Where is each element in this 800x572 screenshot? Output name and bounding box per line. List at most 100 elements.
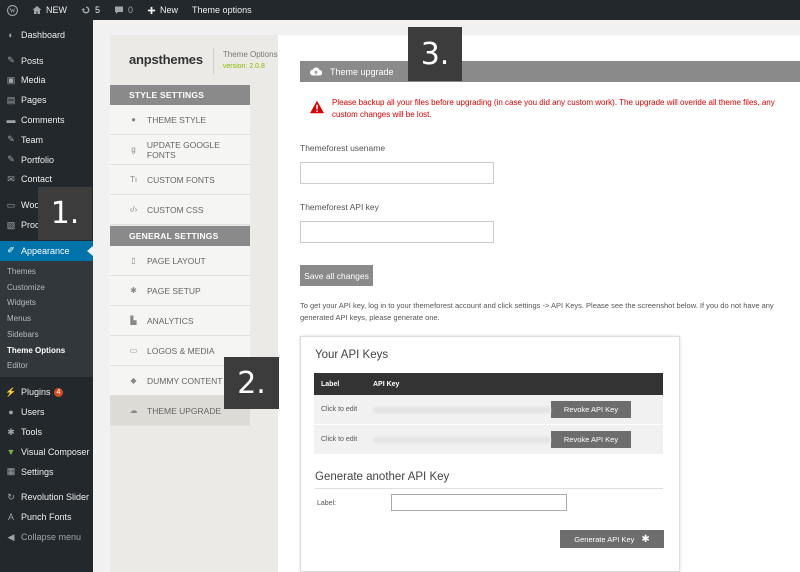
submenu-customize[interactable]: Customize <box>0 279 93 295</box>
nav-page-setup[interactable]: ✱ PAGE SETUP <box>110 276 250 306</box>
menu-users[interactable]: ● Users <box>0 402 93 422</box>
chart-icon: ▙ <box>130 316 137 325</box>
dropbox-icon: ◆ <box>130 376 137 385</box>
menu-media[interactable]: ▣ Media <box>0 71 93 91</box>
brush-icon: ✐ <box>7 245 15 256</box>
nav-label: CUSTOM CSS <box>147 204 204 215</box>
comments-link[interactable]: 0 <box>107 0 140 20</box>
plus-icon <box>147 6 156 14</box>
site-name-link[interactable]: NEW <box>25 0 74 20</box>
table-row: Click to edit Revoke API Key <box>314 425 663 455</box>
generate-label-input[interactable] <box>391 494 567 511</box>
vc-icon: ▼ <box>6 446 16 457</box>
woo-icon: ▭ <box>6 199 16 210</box>
menu-collapse[interactable]: ◀ Collapse menu <box>0 527 93 547</box>
site-name: NEW <box>46 5 67 15</box>
appearance-submenu: Themes Customize Widgets Menus Sidebars … <box>0 260 93 377</box>
svg-text:W: W <box>9 8 15 14</box>
admin-bar: W NEW 5 0 New Theme options <box>0 0 800 20</box>
font-icon: A <box>7 512 14 523</box>
comment-icon <box>115 6 124 14</box>
menu-label: Media <box>21 75 46 86</box>
submenu-menus[interactable]: Menus <box>0 311 93 327</box>
generate-api-key-button[interactable]: Generate API Key ✱ <box>560 530 664 548</box>
menu-label: Comments <box>21 115 65 126</box>
drop-icon: ● <box>131 115 136 124</box>
nav-label: UPDATE GOOGLE FONTS <box>146 139 220 160</box>
comments-count: 0 <box>128 5 134 15</box>
menu-settings[interactable]: ▦ Settings <box>0 462 93 482</box>
step-3-marker: 3. <box>408 27 462 81</box>
api-key-input[interactable] <box>300 221 494 243</box>
warning-icon <box>310 100 324 114</box>
menu-revolution-slider[interactable]: ↻ Revolution Slider <box>0 488 93 508</box>
menu-appearance[interactable]: ✐ Appearance <box>0 240 93 261</box>
api-keys-table: Label API Key Click to edit Revoke API K… <box>314 373 663 455</box>
nav-theme-style[interactable]: ● THEME STYLE <box>110 105 250 135</box>
submenu-widgets[interactable]: Widgets <box>0 295 93 311</box>
menu-pages[interactable]: ▤ Pages <box>0 90 93 110</box>
generate-label-text: Label: <box>317 500 337 507</box>
generate-divider <box>315 488 663 489</box>
nav-update-google-fonts[interactable]: g UPDATE GOOGLE FONTS <box>110 135 250 165</box>
menu-label: Portfolio <box>21 154 55 165</box>
submenu-sidebars[interactable]: Sidebars <box>0 327 93 343</box>
theme-options-link[interactable]: Theme options <box>185 0 259 20</box>
menu-label: Users <box>21 407 45 418</box>
style-settings-heading: STYLE SETTINGS <box>110 85 250 105</box>
menu-posts[interactable]: ✎ Posts <box>0 51 93 71</box>
menu-comments[interactable]: ▬ Comments <box>0 110 93 130</box>
col-label-header: Label <box>321 380 340 388</box>
home-icon <box>32 6 42 14</box>
nav-custom-css[interactable]: ‹/› CUSTOM CSS <box>110 195 250 225</box>
menu-dashboard[interactable]: ◐ Dashboard <box>0 25 93 45</box>
menu-plugins[interactable]: ⚡ Plugins 4 <box>0 383 93 403</box>
updates-link[interactable]: 5 <box>74 0 107 20</box>
menu-portfolio[interactable]: ✎ Portfolio <box>0 150 93 170</box>
cloud-icon: ☁ <box>129 406 138 415</box>
theme-options-panel: anpsthemes Theme Options version: 2.0.8 … <box>110 35 800 572</box>
generate-button-label: Generate API Key <box>574 534 635 544</box>
nav-page-layout[interactable]: ▯ PAGE LAYOUT <box>110 246 250 276</box>
generate-key-title: Generate another API Key <box>315 471 450 483</box>
brand-meta: Theme Options version: 2.0.8 <box>223 49 278 73</box>
submenu-theme-options[interactable]: Theme Options <box>0 342 93 358</box>
products-icon: ▧ <box>6 219 16 230</box>
menu-label: Settings <box>21 466 54 477</box>
dashboard-icon: ◐ <box>8 29 14 40</box>
nav-analytics[interactable]: ▙ ANALYTICS <box>110 306 250 336</box>
your-api-keys-title: Your API Keys <box>315 349 389 361</box>
menu-label: Tools <box>21 427 43 438</box>
menu-team[interactable]: ✎ Team <box>0 130 93 150</box>
image-icon: ▭ <box>129 346 138 355</box>
col-key-header: API Key <box>373 380 400 388</box>
menu-label: Team <box>21 134 44 145</box>
pin-icon: ✎ <box>7 134 15 145</box>
media-icon: ▣ <box>6 74 16 85</box>
username-input[interactable] <box>300 162 494 184</box>
menu-label: Revolution Slider <box>21 492 90 503</box>
nav-label: CUSTOM FONTS <box>147 174 215 185</box>
save-all-changes-button[interactable]: Save all changes <box>300 265 373 286</box>
submenu-editor[interactable]: Editor <box>0 358 93 374</box>
row-label[interactable]: Click to edit <box>314 406 373 413</box>
api-keys-screenshot: Your API Keys Label API Key Click to edi… <box>300 336 680 572</box>
menu-visual-composer[interactable]: ▼ Visual Composer <box>0 442 93 462</box>
new-label: New <box>160 5 179 15</box>
nav-label: ANALYTICS <box>147 315 194 326</box>
nav-custom-fonts[interactable]: Tı CUSTOM FONTS <box>110 165 250 195</box>
new-content-link[interactable]: New <box>140 0 185 20</box>
api-key-help-text: To get your API key, log in to your them… <box>300 301 774 322</box>
menu-punch-fonts[interactable]: A Punch Fonts <box>0 507 93 527</box>
wordpress-logo[interactable]: W <box>0 0 25 20</box>
wordpress-icon: W <box>7 4 18 16</box>
menu-label: Woo <box>21 200 40 211</box>
layout-icon: ▯ <box>131 256 136 265</box>
menu-tools[interactable]: ✱ Tools <box>0 422 93 442</box>
revoke-api-key-button[interactable]: Revoke API Key <box>551 431 631 448</box>
menu-label: Dashboard <box>21 29 66 40</box>
blurred-api-key <box>373 406 551 413</box>
revoke-api-key-button[interactable]: Revoke API Key <box>551 401 631 418</box>
submenu-themes[interactable]: Themes <box>0 264 93 280</box>
row-label[interactable]: Click to edit <box>314 436 373 443</box>
